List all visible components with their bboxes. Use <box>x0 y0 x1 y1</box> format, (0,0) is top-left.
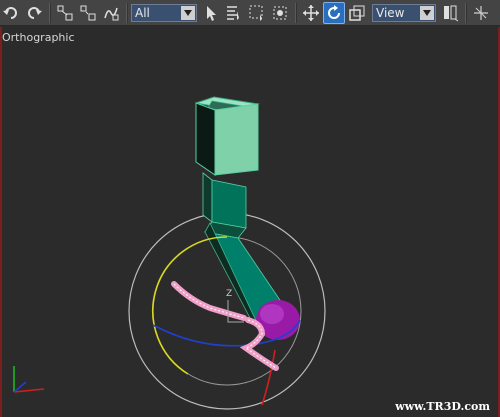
bind-space-warp-button[interactable] <box>100 2 122 24</box>
redo-button[interactable] <box>23 2 45 24</box>
snap-button[interactable] <box>470 2 492 24</box>
rect-selection-button[interactable] <box>246 2 268 24</box>
tube-side-dark[interactable] <box>202 172 213 223</box>
bind-space-warp-icon <box>104 7 119 20</box>
select-by-name-icon <box>227 5 239 20</box>
selection-filter-dropdown[interactable]: All <box>131 3 197 22</box>
select-rotate-icon <box>328 4 340 19</box>
select-and-link-button[interactable] <box>54 2 76 24</box>
purple-sphere-highlight <box>260 304 284 324</box>
snap-icon <box>474 5 488 20</box>
window-crossing-icon <box>273 6 287 19</box>
redo-icon <box>28 6 42 19</box>
select-and-link-icon <box>57 5 73 20</box>
main-toolbar: All View <box>0 0 500 26</box>
rect-selection-icon <box>249 5 263 21</box>
toolbar-separator <box>126 2 128 23</box>
select-by-name-button[interactable] <box>223 2 245 24</box>
toolbar-separator <box>465 2 467 23</box>
window-crossing-button[interactable] <box>269 2 291 24</box>
reference-coord-dropdown[interactable]: View <box>372 3 436 22</box>
select-object-icon <box>207 5 216 21</box>
pivot-center-icon <box>444 5 459 21</box>
cube-front-face[interactable] <box>214 103 259 176</box>
select-move-icon <box>303 4 319 21</box>
tube-front[interactable] <box>211 179 247 229</box>
watermark-text: www.TR3D.com <box>395 400 490 413</box>
world-axis-tripod <box>13 366 45 393</box>
undo-icon <box>3 6 17 19</box>
undo-button[interactable] <box>0 2 22 24</box>
unlink-icon <box>80 5 96 20</box>
chevron-down-icon <box>420 5 434 20</box>
selection-filter-value: All <box>135 5 150 20</box>
pivot-center-button[interactable] <box>439 2 461 24</box>
gizmo-z-label: Z <box>226 289 232 299</box>
spline-upper[interactable] <box>171 281 247 321</box>
chevron-down-icon <box>181 5 195 20</box>
toolbar-separator <box>49 2 51 23</box>
select-move-button[interactable] <box>300 2 322 24</box>
select-rotate-button[interactable] <box>323 1 345 24</box>
select-scale-button[interactable] <box>346 2 368 24</box>
cube-left-face[interactable] <box>195 102 216 176</box>
select-scale-icon <box>349 5 365 21</box>
rotate-gizmo-yellow-ring[interactable] <box>152 236 228 375</box>
select-object-button[interactable] <box>200 2 222 24</box>
scene-canvas: Z <box>13 96 326 410</box>
toolbar-separator <box>295 2 297 23</box>
unlink-button[interactable] <box>77 2 99 24</box>
viewport-orthographic[interactable]: Orthographic Z www.TR3D.com <box>0 27 500 417</box>
reference-coord-value: View <box>376 5 405 20</box>
